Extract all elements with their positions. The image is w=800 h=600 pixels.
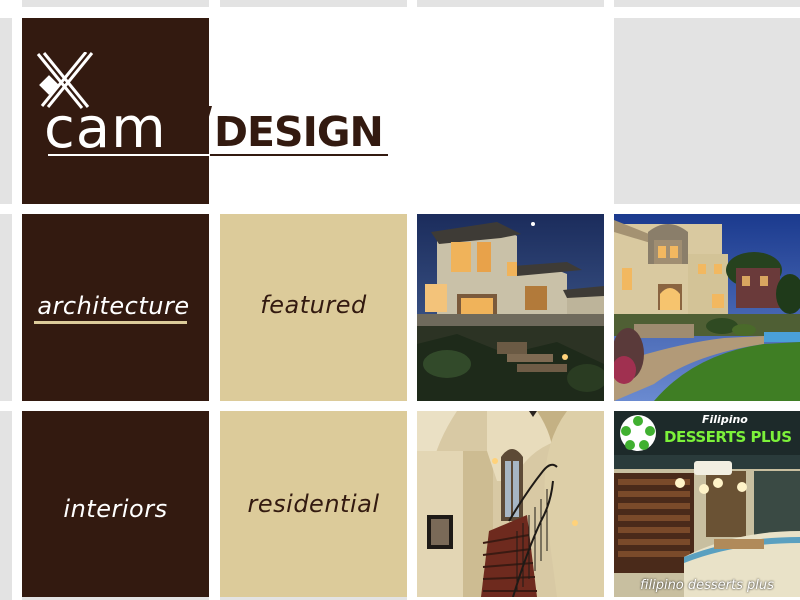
nav-tile-residential[interactable]: residential bbox=[220, 411, 407, 597]
nav-label-residential: residential bbox=[247, 490, 380, 518]
nav-label-architecture: architecture bbox=[37, 292, 190, 320]
photo-staircase-interior[interactable] bbox=[417, 411, 604, 597]
grey-placeholder-tile bbox=[614, 18, 800, 204]
left-strip-tile-2 bbox=[0, 214, 12, 401]
photo-villa-garden[interactable] bbox=[614, 214, 800, 401]
top-strip-tile-1 bbox=[22, 0, 209, 7]
photo-dessert-shop[interactable]: Filipino DESSERTS PLUS filipino desserts… bbox=[614, 411, 800, 597]
logo-slash-icon bbox=[190, 106, 212, 156]
nav-label-featured: featured bbox=[260, 291, 367, 319]
nav-tile-architecture[interactable]: architecture bbox=[22, 214, 209, 401]
spiral-staircase-icon bbox=[417, 411, 604, 597]
logo-underline bbox=[48, 154, 388, 156]
page: cam DESIGN architecture featured interio… bbox=[0, 0, 800, 600]
left-strip-tile-1 bbox=[0, 18, 12, 204]
modern-house-dusk-icon bbox=[417, 214, 604, 401]
nav-label-interiors: interiors bbox=[63, 495, 168, 523]
left-strip-tile-3 bbox=[0, 411, 12, 600]
shop-sign-main: DESSERTS PLUS bbox=[664, 428, 792, 446]
photo-modern-house[interactable] bbox=[417, 214, 604, 401]
logo-text-cam: cam bbox=[44, 96, 167, 161]
top-strip-tile-2 bbox=[220, 0, 407, 7]
nav-tile-interiors[interactable]: interiors bbox=[22, 411, 209, 597]
nav-tile-featured[interactable]: featured bbox=[220, 214, 407, 401]
shop-sign-top: Filipino bbox=[702, 413, 748, 426]
top-strip-tile-3 bbox=[417, 0, 604, 7]
top-strip-tile-4 bbox=[614, 0, 800, 7]
photo-caption: filipino desserts plus bbox=[640, 578, 774, 593]
active-underline bbox=[34, 321, 187, 324]
villa-garden-icon bbox=[614, 214, 800, 401]
logo-text-design: DESIGN bbox=[214, 108, 384, 156]
